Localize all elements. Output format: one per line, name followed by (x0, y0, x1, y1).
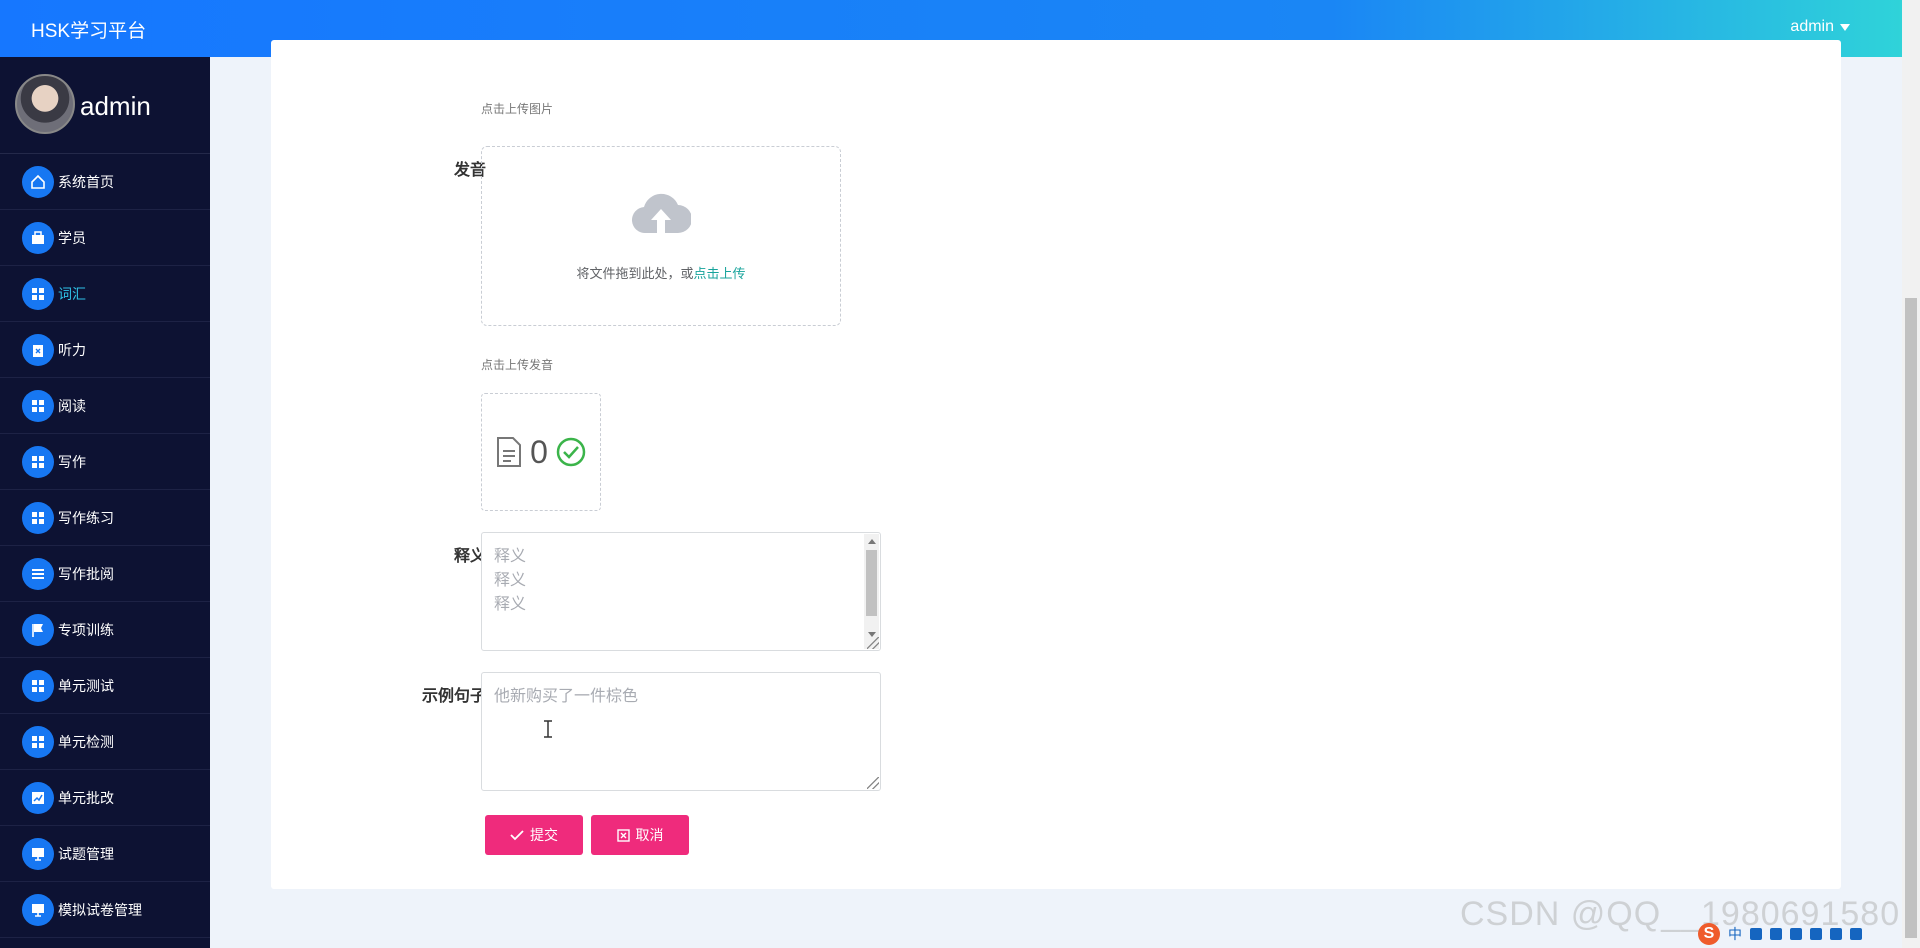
example-sentence-label: 示例句子 (421, 688, 486, 705)
scroll-thumb[interactable] (866, 550, 877, 616)
grid-icon (22, 501, 54, 534)
meaning-line: 释义 (494, 548, 527, 565)
sidebar-item-label: 单元检测 (58, 733, 114, 750)
upload-instruction: 将文件拖到此处，或点击上传 (576, 266, 746, 281)
tools-icon[interactable] (1850, 928, 1862, 940)
sidebar-item-11[interactable]: 单元批改 (0, 770, 210, 826)
document-icon (497, 437, 522, 467)
chart-icon (22, 781, 54, 814)
form-card: 点击上传图片 发音 将文件拖到此处，或点击上传 点击上传发音 0 释义 释义 释… (271, 40, 1841, 889)
sidebar-item-12[interactable]: 试题管理 (0, 826, 210, 882)
file-count: 0 (530, 433, 548, 470)
brand-title: HSK学习平台 (31, 21, 147, 42)
meaning-line: 释义 (494, 596, 527, 613)
sogou-logo-icon[interactable]: S (1698, 923, 1720, 945)
sidebar-item-7[interactable]: 写作批阅 (0, 546, 210, 602)
sidebar-item-0[interactable]: 系统首页 (0, 154, 210, 210)
sidebar-item-label: 写作练习 (58, 509, 114, 526)
sidebar-item-1[interactable]: 学员 (0, 210, 210, 266)
scroll-up-arrow-icon[interactable] (868, 539, 876, 544)
sidebar-item-13[interactable]: 模拟试卷管理 (0, 882, 210, 938)
sidebar-item-4[interactable]: 阅读 (0, 378, 210, 434)
sidebar-item-label: 单元批改 (58, 789, 114, 806)
sidebar-item-label: 单元测试 (58, 677, 114, 694)
meaning-label: 释义 (453, 548, 486, 565)
check-icon (510, 830, 524, 841)
ime-mode[interactable]: 中 (1728, 924, 1742, 944)
page-scrollbar[interactable] (1902, 0, 1920, 948)
sidebar-item-label: 系统首页 (58, 173, 114, 190)
sidebar-item-6[interactable]: 写作练习 (0, 490, 210, 546)
audio-upload-dropzone[interactable]: 将文件拖到此处，或点击上传 (481, 146, 841, 326)
sidebar-item-label: 专项训练 (58, 621, 114, 638)
sidebar-item-5[interactable]: 写作 (0, 434, 210, 490)
textarea-scrollbar[interactable] (864, 534, 879, 649)
submit-label: 提交 (530, 827, 558, 843)
monitor-icon (22, 893, 54, 926)
sidebar-menu: 系统首页学员词汇听力阅读写作写作练习写作批阅专项训练单元测试单元检测单元批改试题… (0, 154, 210, 938)
skin-icon[interactable] (1810, 928, 1822, 940)
clipboard-icon (22, 333, 54, 366)
home-icon (22, 165, 54, 198)
grid-icon (22, 277, 54, 310)
grid-icon (22, 725, 54, 758)
meaning-textarea[interactable]: 释义 释义 释义 (481, 532, 881, 651)
avatar (15, 74, 75, 134)
sidebar-item-label: 学员 (58, 229, 86, 246)
text-cursor-icon (544, 720, 552, 738)
cloud-upload-icon (632, 193, 691, 234)
sidebar-item-2[interactable]: 词汇 (0, 266, 210, 322)
example-sentence-textarea[interactable]: 他新购买了一件棕色 (481, 672, 881, 791)
grid-icon (22, 389, 54, 422)
sidebar-item-label: 词汇 (58, 285, 86, 302)
check-circle-icon (556, 437, 586, 467)
submit-button[interactable]: 提交 (485, 815, 583, 855)
resize-handle-icon[interactable] (867, 637, 879, 649)
pronunciation-label: 发音 (453, 162, 486, 179)
cancel-button[interactable]: 取消 (591, 815, 689, 855)
microphone-icon[interactable] (1770, 928, 1782, 940)
caret-down-icon (1840, 23, 1850, 31)
grid-icon (22, 445, 54, 478)
resize-handle-icon[interactable] (867, 777, 879, 789)
meaning-line: 释义 (494, 572, 527, 589)
image-upload-hint: 点击上传图片 (481, 102, 554, 116)
briefcase-icon (22, 221, 54, 254)
sidebar-item-label: 写作批阅 (58, 565, 114, 582)
click-upload-link[interactable]: 点击上传 (694, 266, 746, 281)
sidebar-item-label: 阅读 (58, 397, 86, 414)
ime-toolbar: S 中 (1690, 920, 1920, 948)
sidebar-item-10[interactable]: 单元检测 (0, 714, 210, 770)
flag-icon (22, 613, 54, 646)
sidebar-item-label: 听力 (58, 341, 86, 358)
audio-upload-hint: 点击上传发音 (481, 358, 554, 372)
example-placeholder: 他新购买了一件棕色 (494, 688, 639, 705)
sidebar-item-3[interactable]: 听力 (0, 322, 210, 378)
sidebar-item-9[interactable]: 单元测试 (0, 658, 210, 714)
punctuation-icon[interactable] (1750, 928, 1762, 940)
grid-icon (22, 669, 54, 702)
game-icon[interactable] (1830, 928, 1842, 940)
sidebar-item-label: 模拟试卷管理 (58, 901, 142, 918)
user-dropdown[interactable]: admin (1790, 18, 1850, 36)
user-name: admin (1790, 18, 1834, 35)
sidebar-item-8[interactable]: 专项训练 (0, 602, 210, 658)
sidebar-profile: admin (0, 57, 210, 154)
monitor-icon (22, 837, 54, 870)
cancel-label: 取消 (635, 827, 664, 843)
keyboard-icon[interactable] (1790, 928, 1802, 940)
sidebar-item-label: 试题管理 (58, 845, 114, 862)
sidebar: admin 系统首页学员词汇听力阅读写作写作练习写作批阅专项训练单元测试单元检测… (0, 57, 210, 948)
uploaded-file-thumb[interactable]: 0 (481, 393, 601, 511)
close-square-icon (616, 828, 630, 842)
list-icon (22, 557, 54, 590)
sidebar-item-label: 写作 (58, 453, 86, 470)
profile-name: admin (80, 91, 151, 121)
page-scroll-thumb[interactable] (1905, 298, 1917, 938)
